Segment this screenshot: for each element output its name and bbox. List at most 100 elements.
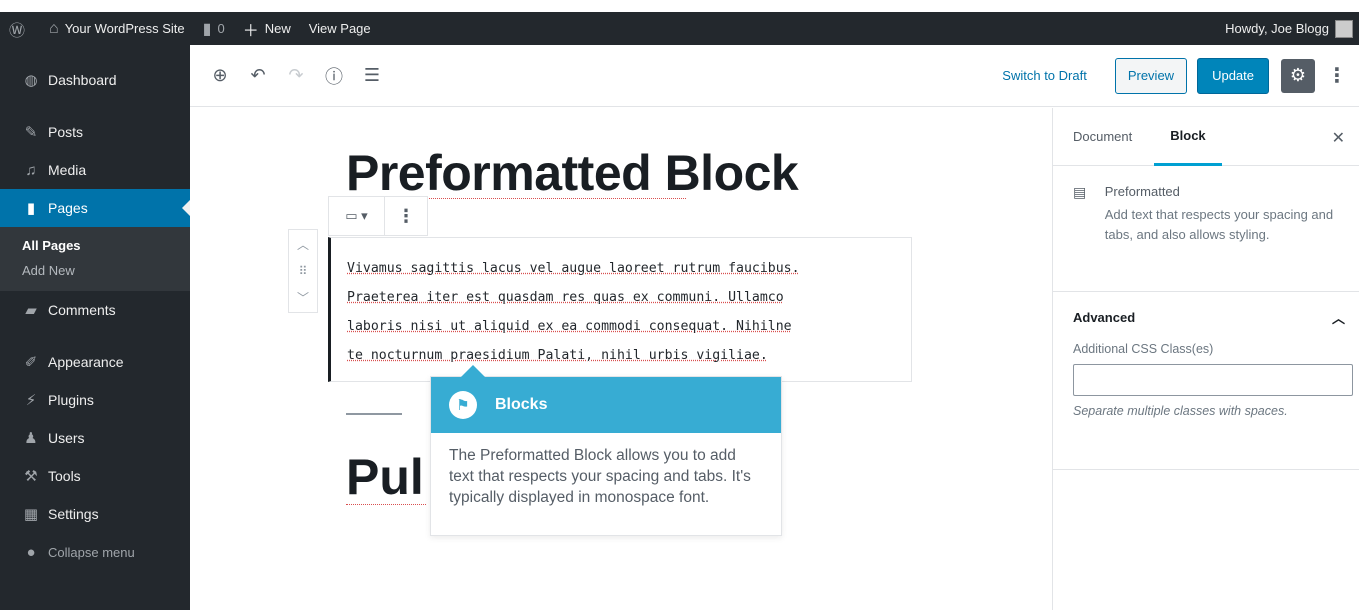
settings-gear-icon[interactable]: ⚙ bbox=[1281, 58, 1315, 93]
move-up-icon[interactable]: ︿ bbox=[297, 236, 309, 253]
block-more-icon[interactable]: ⋮ bbox=[385, 206, 427, 227]
move-down-icon[interactable]: ﹀ bbox=[297, 289, 309, 306]
close-icon[interactable]: ✕ bbox=[1332, 128, 1345, 148]
block-card-description: Add text that respects your spacing and … bbox=[1104, 207, 1334, 242]
site-name-link[interactable]: ⌂ Your WordPress Site bbox=[40, 12, 194, 45]
blocks-tooltip: ⚑ Blocks The Preformatted Block allows y… bbox=[430, 365, 782, 536]
drag-handle-icon[interactable]: ⠿ bbox=[299, 264, 308, 278]
inspector-tabs: Document Block ✕ bbox=[1053, 108, 1359, 166]
admin-sidebar: ◍ Dashboard ✎ Posts ♫ Media ▮ Pages All … bbox=[0, 45, 190, 610]
sidebar-item-label: Settings bbox=[48, 506, 99, 522]
sidebar-item-posts[interactable]: ✎ Posts bbox=[0, 113, 190, 151]
top-strip bbox=[0, 0, 1359, 12]
comments-icon: ▰ bbox=[25, 302, 37, 319]
add-block-icon[interactable]: ⊕ bbox=[208, 65, 232, 86]
block-inspector: Document Block ✕ ▤ Preformatted Add text… bbox=[1052, 108, 1359, 610]
preformatted-icon: ▭ ▾ bbox=[345, 208, 368, 223]
css-class-help: Separate multiple classes with spaces. bbox=[1073, 404, 1288, 418]
users-icon: ♟ bbox=[24, 430, 38, 447]
info-icon[interactable]: ⓘ bbox=[322, 63, 346, 89]
tooltip-arrow bbox=[461, 365, 485, 377]
post-title[interactable]: Preformatted Block bbox=[346, 144, 799, 202]
new-label: New bbox=[264, 21, 291, 36]
sidebar-item-pages[interactable]: ▮ Pages bbox=[0, 189, 190, 227]
next-heading-block[interactable]: Pul bbox=[346, 448, 424, 506]
preformatted-text[interactable]: Vivamus sagittis lacus vel augue laoreet… bbox=[347, 254, 911, 370]
site-name: Your WordPress Site bbox=[64, 21, 185, 36]
sidebar-item-label: Posts bbox=[48, 124, 84, 140]
sidebar-item-plugins[interactable]: ⚡ Plugins bbox=[0, 381, 190, 419]
sidebar-item-tools[interactable]: ⚒ Tools bbox=[0, 457, 190, 495]
dashboard-icon: ◍ bbox=[24, 72, 38, 89]
settings-icon: ▦ bbox=[23, 506, 39, 523]
sidebar-item-appearance[interactable]: ✐ Appearance bbox=[0, 343, 190, 381]
advanced-panel-body: Additional CSS Class(es) Separate multip… bbox=[1053, 342, 1359, 470]
sidebar-item-label: Dashboard bbox=[48, 72, 117, 88]
preformatted-icon: ▤ bbox=[1073, 184, 1087, 200]
comments-count: 0 bbox=[217, 21, 225, 36]
redo-icon[interactable]: ↷ bbox=[284, 65, 308, 86]
css-class-input[interactable] bbox=[1073, 364, 1353, 396]
undo-icon[interactable]: ↶ bbox=[246, 65, 270, 86]
advanced-panel-title: Advanced bbox=[1073, 309, 1136, 325]
preformatted-block[interactable]: Vivamus sagittis lacus vel augue laoreet… bbox=[328, 237, 912, 382]
howdy-text: Howdy, Joe Blogg bbox=[1225, 21, 1329, 36]
wordpress-icon: Ⓦ bbox=[9, 22, 26, 40]
tooltip-header: ⚑ Blocks bbox=[431, 377, 781, 433]
sidebar-item-settings[interactable]: ▦ Settings bbox=[0, 495, 190, 533]
comments-link[interactable]: ▮ 0 bbox=[194, 12, 234, 45]
new-content-link[interactable]: ＋ New bbox=[234, 12, 300, 45]
view-page-link[interactable]: View Page bbox=[300, 12, 380, 45]
plus-icon: ＋ bbox=[242, 22, 259, 40]
tab-block[interactable]: Block bbox=[1154, 108, 1222, 166]
avatar bbox=[1335, 19, 1353, 38]
view-page-label: View Page bbox=[308, 21, 371, 36]
block-toolbar: ▭ ▾ ⋮ bbox=[328, 196, 428, 236]
sidebar-item-media[interactable]: ♫ Media bbox=[0, 151, 190, 189]
collapse-icon: ● bbox=[26, 543, 36, 561]
chevron-up-icon: ︿ bbox=[1331, 310, 1345, 326]
submenu-all-pages[interactable]: All Pages bbox=[0, 233, 190, 258]
tab-document[interactable]: Document bbox=[1073, 108, 1132, 166]
sidebar-item-dashboard[interactable]: ◍ Dashboard bbox=[0, 61, 190, 99]
tooltip-body: The Preformatted Block allows you to add… bbox=[449, 447, 751, 506]
separator-block[interactable] bbox=[346, 413, 402, 415]
sidebar-item-label: Users bbox=[48, 430, 85, 446]
sidebar-item-users[interactable]: ♟ Users bbox=[0, 419, 190, 457]
update-button[interactable]: Update bbox=[1197, 57, 1269, 94]
spellcheck-underline bbox=[346, 504, 426, 505]
wordpress-logo-button[interactable]: Ⓦ bbox=[0, 12, 40, 45]
switch-to-draft-button[interactable]: Switch to Draft bbox=[1002, 68, 1087, 83]
outline-icon[interactable]: ☰ bbox=[360, 65, 384, 86]
comment-bubble-icon: ▮ bbox=[202, 20, 212, 38]
plugin-icon: ⚡ bbox=[25, 392, 37, 409]
collapse-menu-button[interactable]: ● Collapse menu bbox=[0, 533, 190, 571]
editor-toolbar: ⊕ ↶ ↷ ⓘ ☰ Switch to Draft Preview Update… bbox=[190, 45, 1359, 107]
home-icon: ⌂ bbox=[49, 19, 59, 37]
submenu-add-new[interactable]: Add New bbox=[0, 258, 190, 283]
sidebar-item-label: Pages bbox=[48, 200, 88, 216]
block-type-switcher[interactable]: ▭ ▾ bbox=[329, 197, 385, 235]
sidebar-item-comments[interactable]: ▰ Comments bbox=[0, 291, 190, 329]
block-card-title: Preformatted bbox=[1104, 184, 1180, 199]
advanced-panel-toggle[interactable]: Advanced ︿ bbox=[1053, 292, 1359, 342]
sidebar-item-label: Tools bbox=[48, 468, 81, 484]
media-icon: ♫ bbox=[25, 161, 37, 179]
wrench-icon: ⚒ bbox=[24, 468, 38, 485]
pages-submenu: All Pages Add New bbox=[0, 227, 190, 291]
preview-button[interactable]: Preview bbox=[1114, 57, 1188, 94]
block-mover: ︿ ⠿ ﹀ bbox=[288, 229, 318, 313]
account-menu[interactable]: Howdy, Joe Blogg bbox=[1225, 19, 1359, 38]
editor-content: Preformatted Block ▭ ▾ ⋮ ︿ ⠿ ﹀ Vivamus s… bbox=[190, 108, 1052, 610]
sidebar-item-label: Media bbox=[48, 162, 87, 178]
block-card: ▤ Preformatted Add text that respects yo… bbox=[1053, 166, 1359, 292]
sidebar-item-label: Plugins bbox=[48, 392, 94, 408]
more-options-icon[interactable]: ⋮ bbox=[1327, 63, 1347, 88]
brush-icon: ✐ bbox=[24, 354, 38, 371]
pages-icon: ▮ bbox=[26, 200, 36, 217]
sidebar-item-label: Comments bbox=[48, 302, 116, 318]
pin-icon: ✎ bbox=[24, 124, 38, 141]
css-class-label: Additional CSS Class(es) bbox=[1073, 342, 1214, 356]
admin-bar: Ⓦ ⌂ Your WordPress Site ▮ 0 ＋ New View P… bbox=[0, 12, 1359, 45]
sidebar-item-label: Collapse menu bbox=[48, 544, 135, 560]
